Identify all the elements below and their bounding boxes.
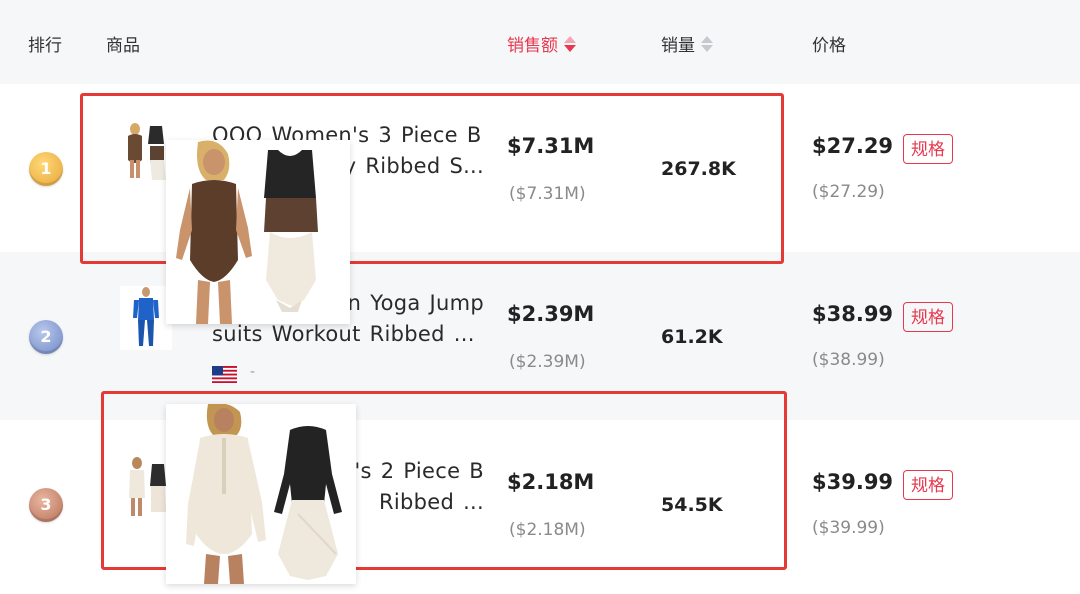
sales-amount: $2.18M <box>507 470 595 494</box>
rank-medal-bronze-icon: 3 <box>29 488 63 522</box>
product-image-preview <box>166 140 350 324</box>
spec-button[interactable]: 规格 <box>903 134 953 164</box>
product-thumbnail[interactable] <box>120 120 172 184</box>
price-usd: ($38.99) <box>812 350 885 370</box>
price: $38.99 <box>812 302 894 326</box>
sort-desc-icon[interactable] <box>564 34 576 54</box>
price-usd: ($27.29) <box>812 182 885 202</box>
rank-medal-gold-icon: 1 <box>29 152 63 186</box>
sales-volume: 267.8K <box>661 158 736 180</box>
rank-header: 排行 <box>28 36 62 56</box>
product-header: 商品 <box>106 36 140 56</box>
sales-amount: $7.31M <box>507 134 595 158</box>
table-row[interactable]: 2 n Yoga Jump suits Workout Ribbed ... -… <box>0 252 1080 420</box>
product-thumbnail[interactable] <box>120 456 172 520</box>
table-row[interactable]: 1 OQQ Women's 3 Piece B y Ribbed S... $7… <box>0 84 1080 252</box>
sales-volume: 61.2K <box>661 326 723 348</box>
table-row[interactable]: 3 's 2 Piece B Ribbed ... $2.18M ($2.18M… <box>0 420 1080 588</box>
product-image-preview <box>166 403 356 584</box>
rank-medal-silver-icon: 2 <box>29 320 63 354</box>
region-text: - <box>250 364 256 380</box>
spec-button[interactable]: 规格 <box>903 470 953 500</box>
sales-amount-usd: ($2.18M) <box>509 520 586 540</box>
sales-volume-label: 销量 <box>661 36 695 56</box>
table-header: 排行 商品 销售额 销量 价格 <box>0 0 1080 84</box>
product-preview-image <box>166 403 356 584</box>
sales-amount-sort-header[interactable]: 销售额 <box>507 31 576 56</box>
sort-icon[interactable] <box>701 34 713 54</box>
price: $39.99 <box>812 470 894 494</box>
sales-volume-sort-header[interactable]: 销量 <box>661 31 713 56</box>
price-header: 价格 <box>812 36 846 56</box>
sales-amount-label: 销售额 <box>507 36 558 56</box>
us-flag-icon <box>212 366 237 383</box>
price: $27.29 <box>812 134 894 158</box>
sales-amount: $2.39M <box>507 302 595 326</box>
sales-volume: 54.5K <box>661 494 723 516</box>
product-preview-image <box>166 140 350 324</box>
spec-button[interactable]: 规格 <box>903 302 953 332</box>
sales-amount-usd: ($2.39M) <box>509 352 586 372</box>
sales-amount-usd: ($7.31M) <box>509 184 586 204</box>
price-usd: ($39.99) <box>812 518 885 538</box>
product-thumbnail[interactable] <box>120 286 172 350</box>
